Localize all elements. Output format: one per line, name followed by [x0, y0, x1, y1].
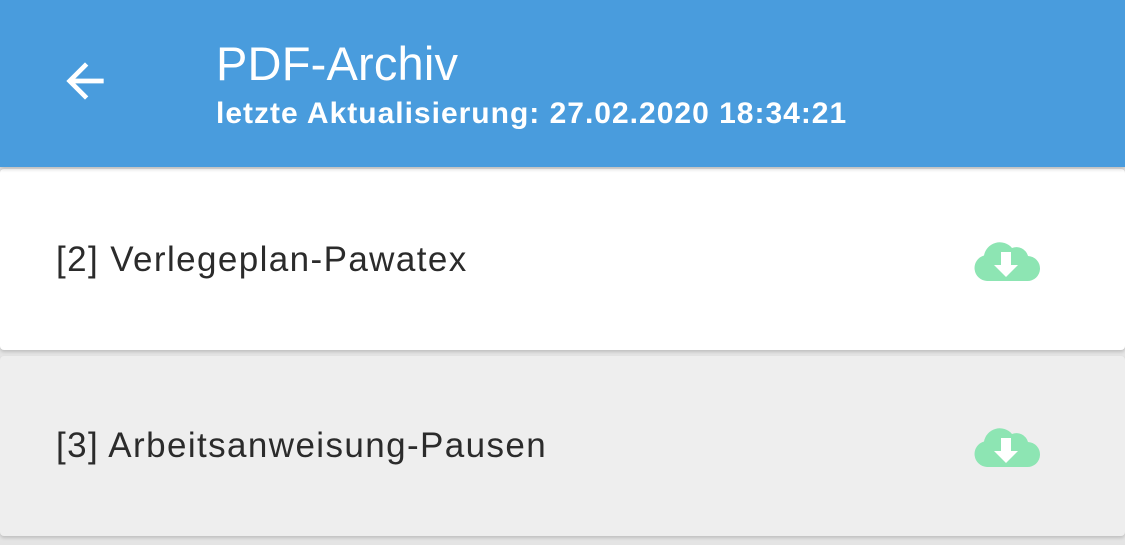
- back-button[interactable]: [50, 46, 120, 116]
- download-button[interactable]: [966, 230, 1046, 290]
- app-bar: PDF-Archiv letzte Aktualisierung: 27.02.…: [0, 0, 1125, 167]
- last-update-subtitle: letzte Aktualisierung: 27.02.2020 18:34:…: [216, 97, 848, 130]
- cloud-download-icon: [971, 421, 1041, 471]
- document-label: [2] Verlegeplan-Pawatex: [56, 239, 468, 279]
- cloud-download-icon: [971, 235, 1041, 285]
- list-item-document[interactable]: [3] Arbeitsanweisung-Pausen: [0, 356, 1125, 536]
- document-list: [2] Verlegeplan-Pawatex [3] Arbeitsanwei…: [0, 167, 1125, 545]
- list-item-document[interactable]: [2] Verlegeplan-Pawatex: [0, 169, 1125, 350]
- download-button[interactable]: [966, 416, 1046, 476]
- document-label: [3] Arbeitsanweisung-Pausen: [56, 426, 548, 465]
- pdf-archive-screen: PDF-Archiv letzte Aktualisierung: 27.02.…: [0, 0, 1125, 545]
- arrow-left-icon: [57, 53, 113, 109]
- page-title: PDF-Archiv: [216, 37, 459, 90]
